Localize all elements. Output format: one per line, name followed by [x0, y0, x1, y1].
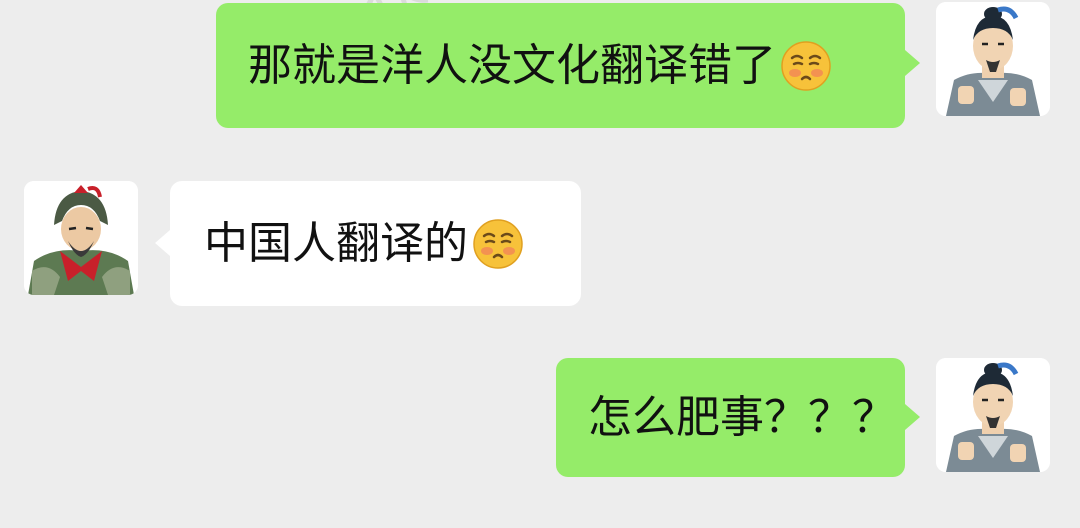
message-bubble-2[interactable]: 中国人翻译的: [170, 181, 581, 306]
message-text-1: 那就是洋人没文化翻译错了: [248, 39, 776, 91]
self-avatar-1[interactable]: [936, 2, 1050, 116]
flushed-face-emoji-icon: [473, 218, 523, 269]
message-bubble-3[interactable]: 怎么肥事？？？: [556, 358, 905, 477]
bubble-tail-3: [905, 404, 920, 430]
message-text-2: 中国人翻译的: [204, 217, 468, 269]
self-avatar-2[interactable]: [936, 358, 1050, 472]
flushed-face-emoji-icon: [781, 40, 831, 91]
bubble-tail-1: [905, 50, 920, 76]
scholar-avatar-icon: [936, 358, 1050, 472]
scholar-avatar-icon: [936, 2, 1050, 116]
message-text-3: 怎么肥事？？？: [588, 391, 896, 443]
other-avatar[interactable]: [24, 181, 138, 295]
general-avatar-icon: [24, 181, 138, 295]
bubble-tail-2: [155, 230, 170, 256]
message-bubble-1[interactable]: 那就是洋人没文化翻译错了: [216, 3, 905, 128]
